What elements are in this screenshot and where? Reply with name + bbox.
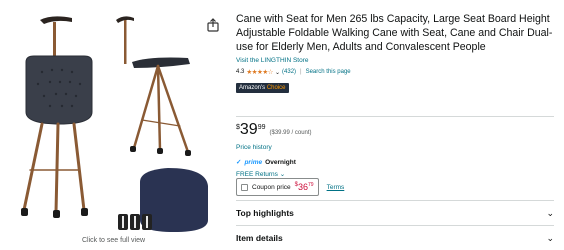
badge-prefix: Amazon's xyxy=(239,85,266,91)
accordion-label: Item details xyxy=(236,233,283,243)
price-history-link[interactable]: Price history xyxy=(236,144,312,151)
star-rating-icon[interactable]: ★★★★☆ xyxy=(246,68,273,76)
cane-product-image[interactable] xyxy=(0,0,214,250)
rubber-feet-accessory xyxy=(118,214,152,230)
amazons-choice-badge[interactable]: Amazon's Choice xyxy=(236,83,289,93)
unit-price: ($39.99 / count) xyxy=(269,130,312,136)
cane-seat-left xyxy=(25,55,93,125)
coupon-price-fraction: 79 xyxy=(308,182,314,188)
cane-legs-right xyxy=(132,64,190,154)
coupon-row: Coupon price $3679 Terms xyxy=(236,178,344,196)
product-details: Cane with Seat for Men 265 lbs Capacity,… xyxy=(236,12,554,94)
divider xyxy=(236,200,554,201)
rating-dropdown-icon[interactable]: ⌄ xyxy=(275,69,280,76)
cane-legs-left xyxy=(22,122,86,214)
coupon-price-whole: 36 xyxy=(298,182,309,192)
divider xyxy=(236,116,554,117)
rating-value: 4.3 xyxy=(236,69,245,75)
free-returns-link[interactable]: FREE Returns ⌄ xyxy=(236,170,312,178)
accordion-top-highlights[interactable]: Top highlights ⌄ xyxy=(236,203,554,223)
search-this-page-link[interactable]: Search this page xyxy=(306,69,351,75)
price: $ 39 99 ($39.99 / count) xyxy=(236,122,312,138)
coupon-checkbox[interactable] xyxy=(241,183,248,191)
coupon-terms-link[interactable]: Terms xyxy=(327,184,345,191)
prime-delivery[interactable]: ✓ prime Overnight xyxy=(236,158,312,167)
store-link[interactable]: Visit the LINGTHIN Store xyxy=(236,57,554,64)
badge-suffix: Choice xyxy=(266,85,286,91)
product-title: Cane with Seat for Men 265 lbs Capacity,… xyxy=(236,13,553,53)
coupon-checkbox-container[interactable]: Coupon price $3679 xyxy=(236,178,319,196)
prime-check-icon: ✓ xyxy=(236,159,242,166)
price-block: $ 39 99 ($39.99 / count) Price history ✓… xyxy=(236,122,312,179)
separator: | xyxy=(300,69,302,75)
cane-seat-right xyxy=(132,57,190,68)
price-whole: 39 xyxy=(239,121,258,138)
prime-logo: prime xyxy=(244,158,263,166)
cane-feet-left xyxy=(21,208,88,218)
coupon-price: $3679 xyxy=(295,182,314,192)
rating-row: 4.3 ★★★★☆ ⌄ (432) | Search this page xyxy=(236,68,554,76)
share-icon[interactable] xyxy=(206,18,220,32)
see-full-view-link[interactable]: Click to see full view xyxy=(82,237,145,244)
cane-shaft-right xyxy=(124,20,127,64)
chevron-down-icon: ⌄ xyxy=(546,207,554,218)
coupon-label: Coupon price xyxy=(252,183,291,191)
accordion-label: Top highlights xyxy=(236,208,294,218)
price-fraction: 99 xyxy=(257,124,266,131)
prime-delivery-speed: Overnight xyxy=(265,158,296,166)
product-image-gallery[interactable]: Click to see full view xyxy=(0,0,214,250)
divider xyxy=(236,225,554,226)
accordion-item-details[interactable]: Item details ⌄ xyxy=(236,228,554,248)
rating-count-link[interactable]: (432) xyxy=(282,69,296,75)
chevron-down-icon: ⌄ xyxy=(546,232,554,243)
